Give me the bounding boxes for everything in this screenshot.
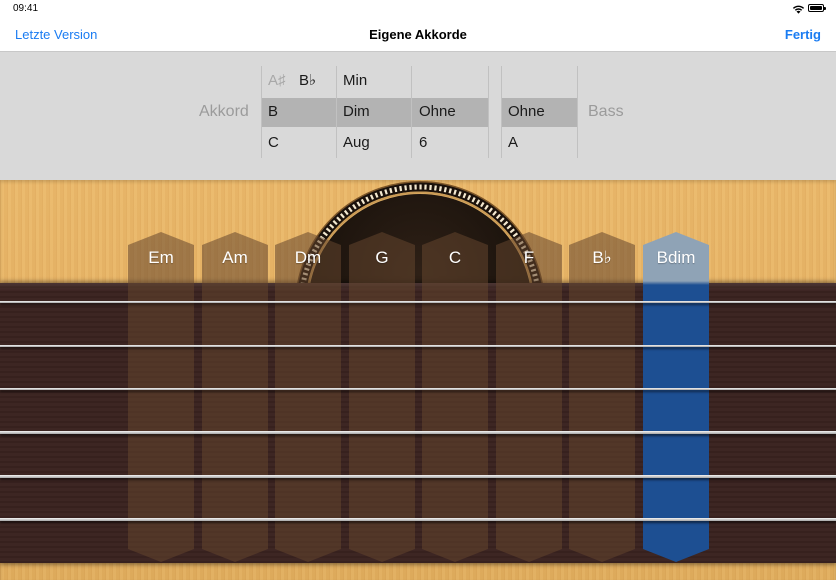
bass-label: Bass <box>588 103 624 120</box>
extension-picker-column[interactable]: Ohne 6 <box>412 52 488 180</box>
guitar-body: Em Am Dm G C F B♭ Bdim <box>0 180 836 580</box>
guitar-string-1 <box>0 301 836 303</box>
chord-strip-label: Bdim <box>656 248 696 267</box>
chord-strip-dm[interactable]: Dm <box>275 232 341 562</box>
bass-option-below[interactable]: A <box>508 134 518 152</box>
root-option-selected[interactable]: B <box>268 103 278 121</box>
extension-option-selected[interactable]: Ohne <box>419 103 456 121</box>
guitar-string-3 <box>0 388 836 390</box>
chord-label: Akkord <box>199 103 249 120</box>
wifi-icon <box>792 5 805 14</box>
done-button[interactable]: Fertig <box>785 27 821 43</box>
chord-strip-g[interactable]: G <box>349 232 415 562</box>
root-picker-column[interactable]: A♯ B♭ B C <box>261 52 336 180</box>
chord-strip-b-flat[interactable]: B♭ <box>569 232 635 562</box>
chord-strip-label: Dm <box>294 248 322 267</box>
chord-picker: Akkord A♯ B♭ B C Min Dim Aug Ohne 6 Ohne… <box>0 52 836 180</box>
root-option-b-flat[interactable]: B♭ <box>299 72 316 90</box>
quality-option-above[interactable]: Min <box>343 72 367 90</box>
chord-strip-f[interactable]: F <box>496 232 562 562</box>
previous-version-button[interactable]: Letzte Version <box>15 27 97 43</box>
chord-strip-label: Am <box>222 248 248 267</box>
guitar-string-2 <box>0 345 836 347</box>
chord-strip-bdim[interactable]: Bdim <box>643 232 709 562</box>
status-bar: 09:41 <box>0 0 836 18</box>
guitar-string-6 <box>0 518 836 521</box>
nav-bar: Letzte Version Eigene Akkorde Fertig <box>0 18 836 52</box>
chord-strip-em[interactable]: Em <box>128 232 194 562</box>
bass-picker-column[interactable]: Ohne A <box>501 52 577 180</box>
chord-strip-label: C <box>448 248 462 267</box>
picker-column-divider <box>488 66 489 158</box>
battery-terminal <box>824 7 826 10</box>
quality-picker-column[interactable]: Min Dim Aug <box>337 52 411 180</box>
chord-strip-am[interactable]: Am <box>202 232 268 562</box>
chord-strip-label: F <box>523 248 535 267</box>
extension-option-below[interactable]: 6 <box>419 134 427 152</box>
guitar-string-4 <box>0 431 836 434</box>
root-option-below[interactable]: C <box>268 134 279 152</box>
picker-column-divider <box>577 66 578 158</box>
guitar-string-5 <box>0 475 836 478</box>
chord-strip-label: G <box>375 248 389 267</box>
fretboard <box>0 283 836 563</box>
chord-strip-label: Em <box>148 248 174 267</box>
quality-option-below[interactable]: Aug <box>343 134 370 152</box>
chord-strip-c[interactable]: C <box>422 232 488 562</box>
battery-level <box>810 6 822 10</box>
root-option-a-sharp[interactable]: A♯ <box>268 72 286 90</box>
status-time: 09:41 <box>13 3 39 14</box>
page-title: Eigene Akkorde <box>369 27 467 42</box>
battery-icon <box>808 4 826 12</box>
quality-option-selected[interactable]: Dim <box>343 103 370 121</box>
chord-strip-label: B♭ <box>592 248 612 267</box>
bass-option-selected[interactable]: Ohne <box>508 103 545 121</box>
